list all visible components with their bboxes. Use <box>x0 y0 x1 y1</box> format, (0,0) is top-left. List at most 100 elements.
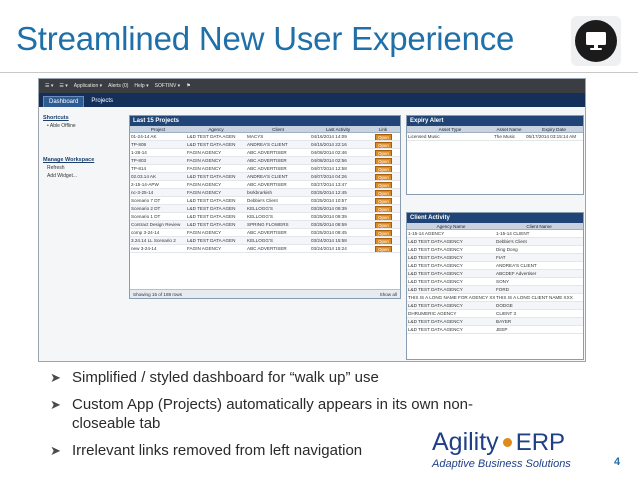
open-project-button[interactable]: Open <box>375 214 392 220</box>
table-row[interactable]: TP-803 FAGIN AGENCY ABC ADVERTISER 04/08/20… <box>130 157 400 165</box>
column-header[interactable]: Asset Name <box>493 126 525 132</box>
table-row[interactable]: THIS IS A LONG NAME FOR AGENCY XXX THIS I… <box>407 294 583 302</box>
table-row[interactable]: 3.24.14 LL Scenario 2 L&D TEST DATA AGEN K… <box>130 237 400 245</box>
sidebar-item-add-widget[interactable]: Add Widget... <box>43 173 125 179</box>
open-project-button[interactable]: Open <box>375 174 392 180</box>
topbar-menu-item[interactable]: Alerts (0) <box>108 83 128 89</box>
table-row[interactable]: Scenario 7 DT L&D TEST DATA AGEN Debbie's … <box>130 197 400 205</box>
table-cell: 02.03.14 AK <box>131 174 157 179</box>
table-row[interactable]: 1-28-14 FAGIN AGENCY ABC ADVERTISER 04/08/2… <box>130 149 400 157</box>
table-cell: 04/07/2014 12:58 <box>311 166 347 171</box>
table-row[interactable]: Contract Design Review L&D TEST DATA AGEN… <box>130 221 400 229</box>
bullet-item: ➤ Simplified / styled dashboard for “wal… <box>50 369 379 386</box>
table-cell: ABC ADVERTISER <box>247 166 287 171</box>
tab-projects[interactable]: Projects <box>86 96 118 107</box>
table-row[interactable]: L&D TEST DATA AGENCY FIAT <box>407 254 583 262</box>
table-row[interactable]: TP-808 L&D TEST DATA AGEN ANDREA'S CLIENT 0… <box>130 141 400 149</box>
column-header[interactable]: Last Activity <box>310 126 366 132</box>
table-cell: 01-24-14 AK <box>131 134 157 139</box>
table-row[interactable]: L&D TEST DATA AGENCY SONY <box>407 278 583 286</box>
table-row[interactable]: L&D TEST DATA AGENCY Ding Dong <box>407 246 583 254</box>
open-project-button[interactable]: Open <box>375 150 392 156</box>
table-row[interactable]: TP-814 FAGIN AGENCY ABC ADVERTISER 04/07/20… <box>130 165 400 173</box>
table-cell: 03/25/2014 09:39 <box>311 214 347 219</box>
open-project-button[interactable]: Open <box>375 206 392 212</box>
table-row[interactable]: L&D TEST DATA AGENCY BAYER <box>407 318 583 326</box>
open-project-button[interactable]: Open <box>375 182 392 188</box>
table-row[interactable]: Licensed Music The Music 05/17/2014 03:15:… <box>407 133 583 141</box>
table-row[interactable]: nc-3-25-14 FAGIN AGENCY bsrkbrarkish 03/25/… <box>130 189 400 197</box>
table-cell: ANDREA'S CLIENT <box>247 142 288 147</box>
table-row[interactable]: new 3-24-14 FAGIN AGENCY ABC ADVERTISER 03/… <box>130 245 400 253</box>
topbar-menu-item[interactable]: Application ▾ <box>74 83 102 89</box>
projects-panel-footer: Showing 15 of 188 rows Show all <box>130 289 400 298</box>
table-row[interactable]: 02.03.14 AK L&D TEST DATA AGEN ANDREA'S CL… <box>130 173 400 181</box>
open-project-button[interactable]: Open <box>375 222 392 228</box>
open-project-button[interactable]: Open <box>375 134 392 140</box>
client-activity-title: Client Activity <box>407 213 583 223</box>
table-row[interactable]: L&D TEST DATA AGENCY ABCDEF Advertiser <box>407 270 583 278</box>
table-cell: Open <box>366 181 400 188</box>
topbar-menu-item[interactable]: ⚑ <box>186 83 190 89</box>
topbar-menu-item[interactable]: ☰ ▾ <box>59 83 67 89</box>
column-header[interactable]: Agency Name <box>407 223 495 229</box>
open-project-button[interactable]: Open <box>375 198 392 204</box>
column-header[interactable]: Client <box>246 126 310 132</box>
column-header[interactable]: Client Name <box>495 223 583 229</box>
table-cell: KELLOGG'S <box>247 214 273 219</box>
logo-suffix: ERP <box>515 428 566 456</box>
column-header[interactable]: Agency <box>186 126 246 132</box>
expiry-panel-title: Expiry Alert <box>407 116 583 126</box>
table-row[interactable]: L&D TEST DATA AGENCY JEEP <box>407 326 583 334</box>
table-row[interactable]: L&D TEST DATA AGENCY FORD <box>407 286 583 294</box>
table-cell: Debbie's Client <box>247 198 278 203</box>
table-cell: Scenario 7 DT <box>131 198 161 203</box>
column-header[interactable]: Expiry Date <box>525 126 583 132</box>
page-number: 4 <box>614 456 621 468</box>
projects-panel: Last 15 Projects Project Agency Client Last… <box>129 115 401 299</box>
table-cell: Open <box>366 229 400 236</box>
table-cell: KELLOGG'S <box>247 206 273 211</box>
column-header[interactable]: Project <box>130 126 186 132</box>
table-row[interactable]: L&D TEST DATA AGENCY DODGE <box>407 302 583 310</box>
open-project-button[interactable]: Open <box>375 238 392 244</box>
table-cell: L&D TEST DATA AGENCY <box>408 279 463 284</box>
table-row[interactable]: 2-15-14-APW FAGIN AGENCY ABC ADVERTISER 03/… <box>130 181 400 189</box>
open-project-button[interactable]: Open <box>375 246 392 252</box>
show-all-link[interactable]: Show all <box>380 290 397 298</box>
table-cell: Open <box>366 189 400 196</box>
table-row[interactable]: L&D TEST DATA AGENCY ANDREA'S CLIENT <box>407 262 583 270</box>
topbar-menu-item[interactable]: ☰ ▾ <box>45 83 53 89</box>
table-row[interactable]: Scenario 1 DT L&D TEST DATA AGEN KELLOGG'S… <box>130 213 400 221</box>
shortcuts-heading: Shortcuts <box>43 115 69 121</box>
table-row[interactable]: comp 3-24-14 FAGIN AGENCY ABC ADVERTISER 03… <box>130 229 400 237</box>
topbar-menu-item[interactable]: SOFTINV ▾ <box>155 83 181 89</box>
table-cell: 04/15/2014 22:16 <box>311 142 347 147</box>
table-cell: L&D TEST DATA AGEN <box>187 238 236 243</box>
table-cell: 1-28-14 <box>131 150 147 155</box>
table-cell: FORD <box>496 287 510 292</box>
open-project-button[interactable]: Open <box>375 230 392 236</box>
tab-dashboard[interactable]: Dashboard <box>43 96 85 107</box>
table-cell: 05/17/2014 03:15:14 AM <box>526 134 577 139</box>
app-topbar: ☰ ▾ ☰ ▾ Application ▾ Alerts (0) Help ▾ SOFTI… <box>39 79 585 93</box>
table-row[interactable]: 01-24-14 AK L&D TEST DATA AGEN MACYS 04/16/… <box>130 133 400 141</box>
table-cell: L&D TEST DATA AGEN <box>187 198 236 203</box>
table-cell: SPRING FLOWERS <box>247 222 289 227</box>
open-project-button[interactable]: Open <box>375 190 392 196</box>
table-cell: KELLOGG'S <box>247 238 273 243</box>
column-header[interactable]: Link <box>366 126 400 132</box>
table-cell: 04/08/2014 02:46 <box>311 150 347 155</box>
table-row[interactable]: DHRUMERIC AGENCY CLIENT 3 <box>407 310 583 318</box>
column-header[interactable]: Asset Type <box>407 126 493 132</box>
open-project-button[interactable]: Open <box>375 142 392 148</box>
table-row[interactable]: 1-15-14 AGENCY 1-15-14 CLIENT <box>407 230 583 238</box>
sidebar-item-refresh[interactable]: Refresh <box>43 165 125 171</box>
table-cell: L&D TEST DATA AGEN <box>187 206 236 211</box>
table-cell: FAGIN AGENCY <box>187 246 222 251</box>
table-row[interactable]: L&D TEST DATA AGENCY Debbie's Client <box>407 238 583 246</box>
open-project-button[interactable]: Open <box>375 158 392 164</box>
topbar-menu-item[interactable]: Help ▾ <box>134 83 148 89</box>
open-project-button[interactable]: Open <box>375 166 392 172</box>
table-row[interactable]: Scenario 2 DT L&D TEST DATA AGEN KELLOGG'S… <box>130 205 400 213</box>
